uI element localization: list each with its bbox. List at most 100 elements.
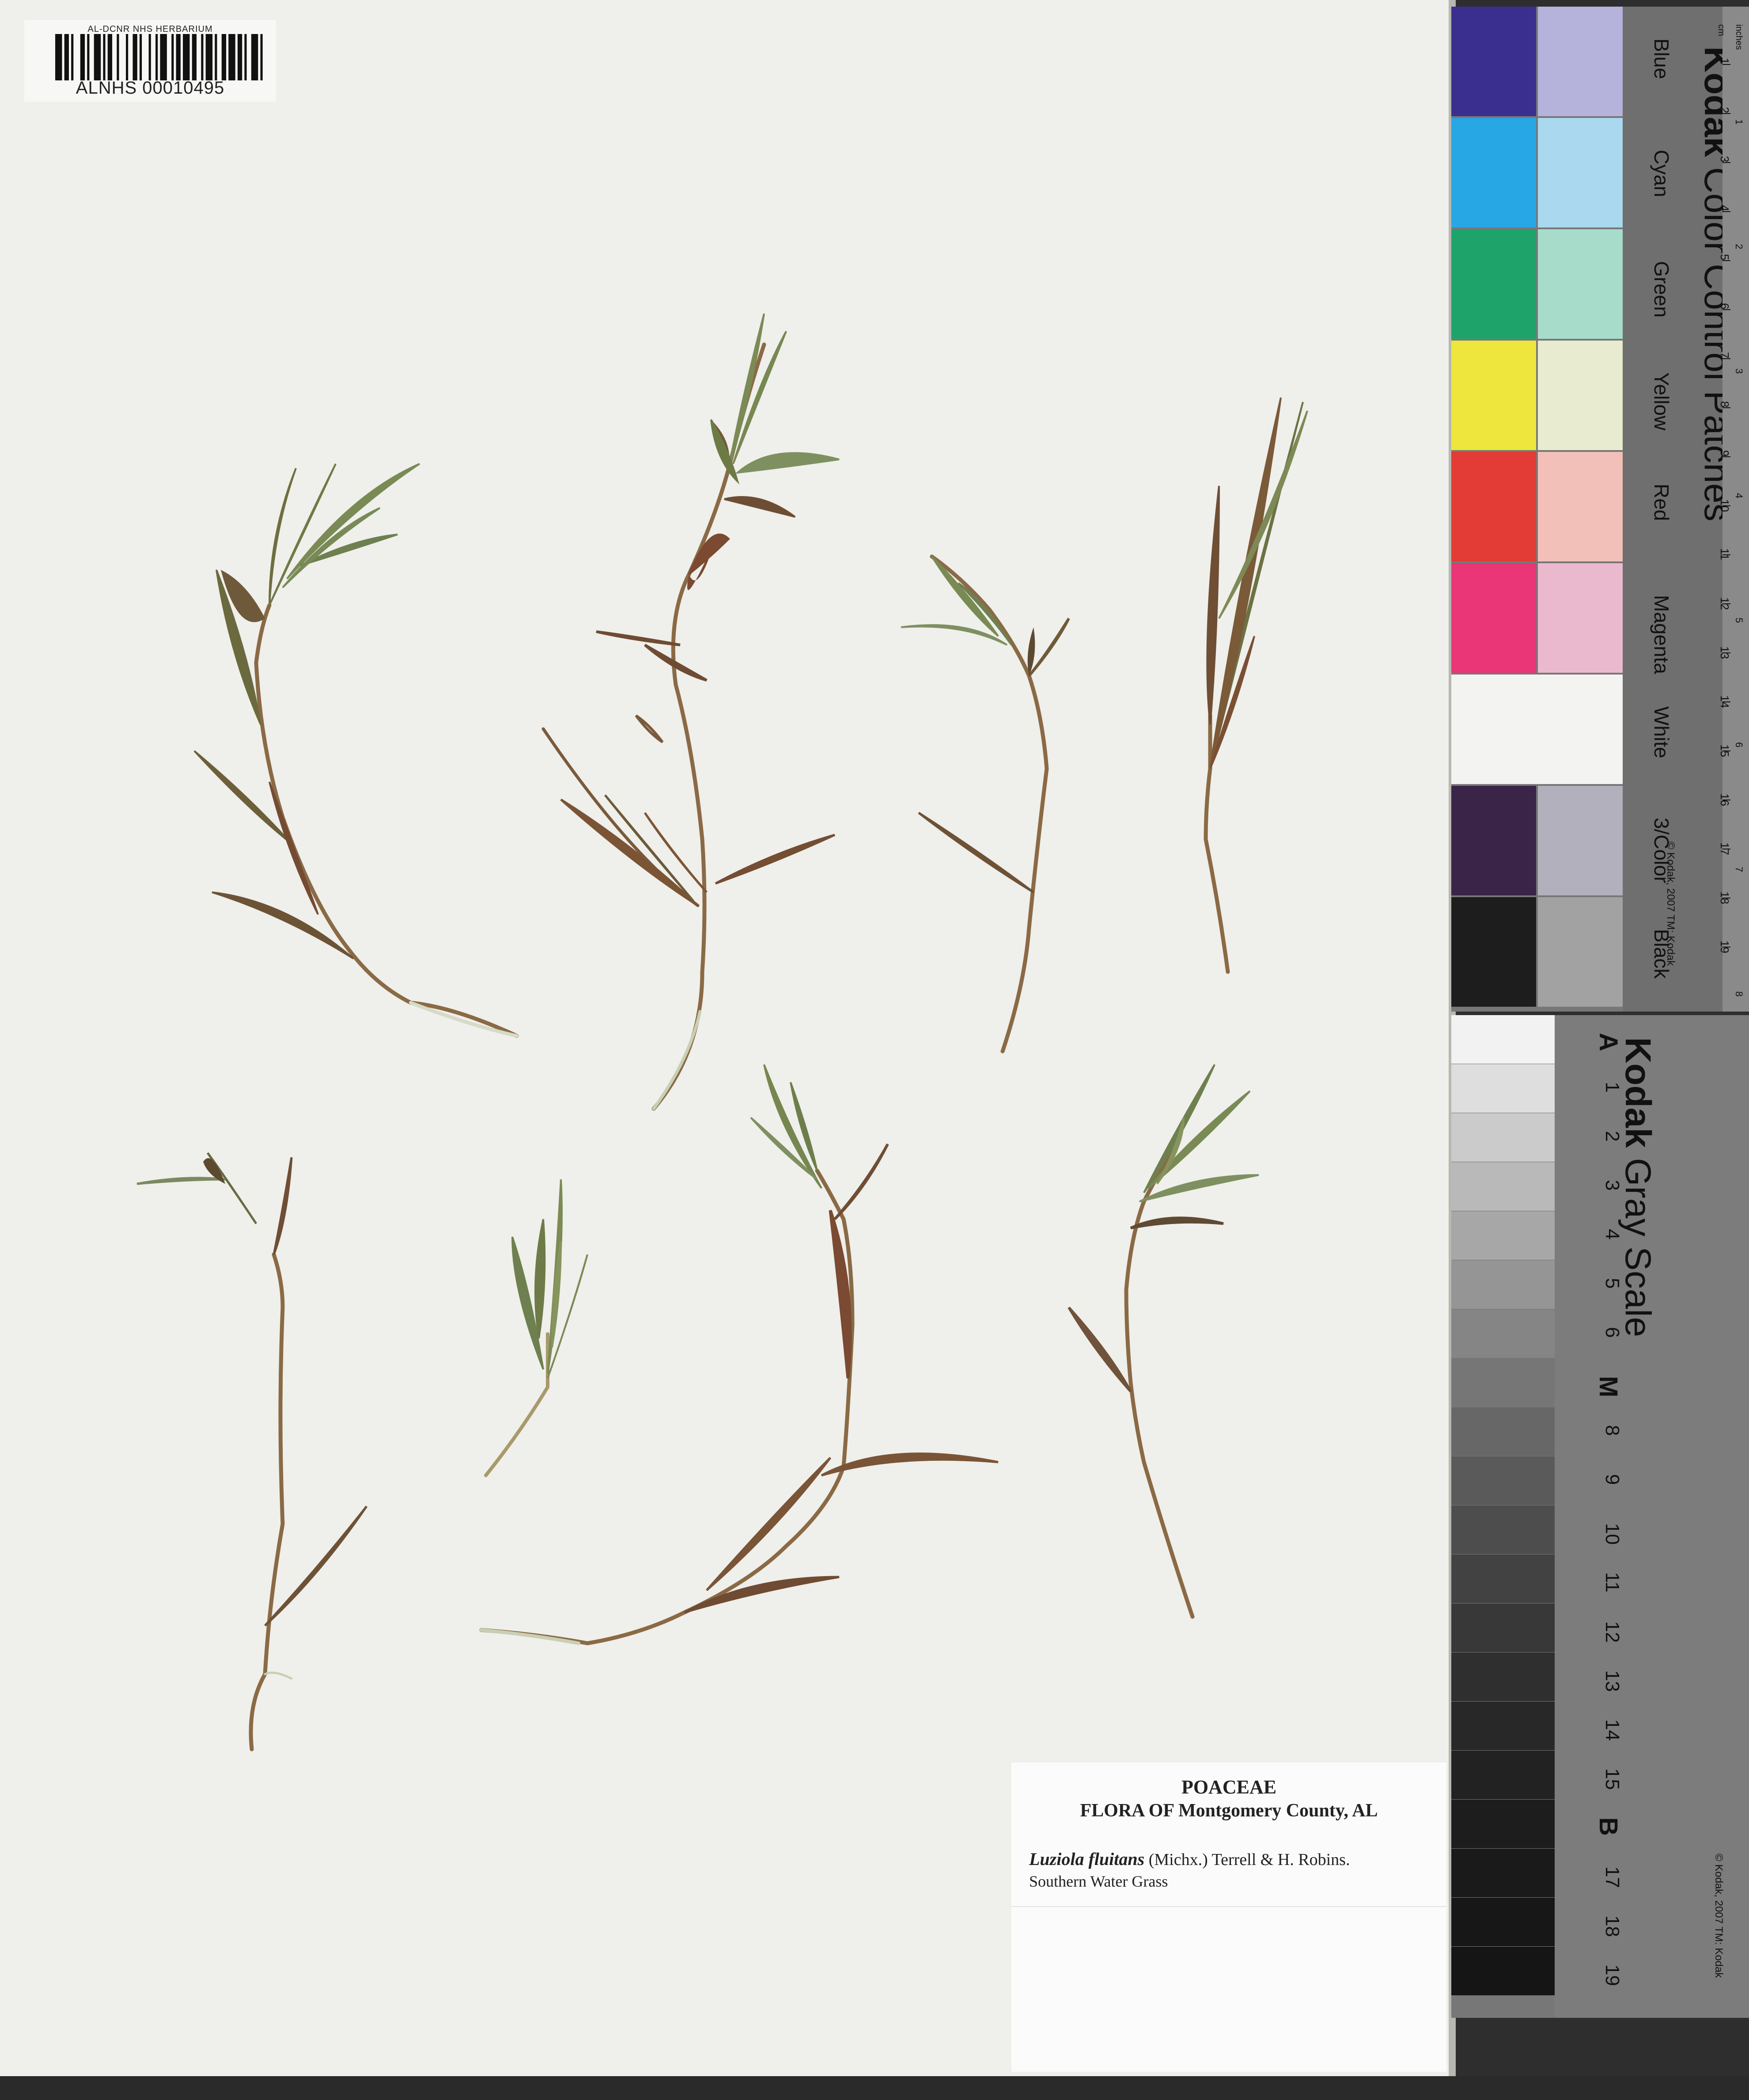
ruler-cm-number: 10 [1718,499,1731,512]
ruler-inch-number: 4 [1734,493,1745,499]
specimen-2 [541,313,840,1111]
color-patch-dark [1451,229,1536,339]
color-patch-grid [1451,7,1624,1012]
color-patch-name: Cyan [1650,150,1673,197]
gray-step-label: 11 [1601,1572,1623,1592]
gray-step [1451,1260,1555,1309]
ruler-inches-label: inches [1734,24,1744,50]
color-patch-dark [1451,563,1536,673]
color-patch-name: White [1650,706,1673,758]
gray-step [1451,1554,1555,1603]
ruler-cm-number: 19 [1718,940,1731,953]
ruler-inch-number: 6 [1734,742,1745,748]
gray-step-label: 5 [1601,1278,1623,1289]
specimen-5 [136,1152,368,1751]
gray-step [1451,1898,1555,1946]
color-patch-light [1538,341,1623,450]
gray-step [1451,1603,1555,1652]
label-taxon: Luziola fluitans (Michx.) Terrell & H. R… [1029,1849,1350,1869]
color-patch-light [1538,118,1623,227]
ruler-cm-number: 17 [1718,842,1731,855]
ruler-inch-number: 7 [1734,867,1745,872]
color-patch-name: Red [1650,484,1673,521]
gray-step-label: 14 [1601,1719,1623,1741]
ruler-cm-number: 15 [1718,744,1731,757]
determination-label: POACEAE FLORA OF Montgomery County, AL L… [1011,1763,1446,2072]
color-card-copyright: © Kodak, 2007 TM: Kodak [1665,842,1677,966]
gray-step-label: B [1594,1817,1623,1836]
gray-step-label: 12 [1601,1621,1623,1643]
ruler-cm-number: 7 [1718,352,1731,359]
gray-step-label: 4 [1601,1229,1623,1240]
gray-step-label: 2 [1601,1131,1623,1142]
color-patch-dark [1451,7,1536,116]
color-patch-light [1538,786,1623,895]
gray-card-copyright: © Kodak, 2007 TM: Kodak [1713,1854,1725,1978]
gray-step [1451,1309,1555,1358]
gray-step-label: 18 [1601,1915,1623,1937]
label-divider [1011,1906,1446,1907]
ruler-cm-number: 11 [1718,548,1731,560]
specimen-3 [901,554,1070,1054]
color-patch-name: Green [1650,261,1673,318]
ruler-inch-number: 8 [1734,991,1745,997]
ruler: cm inches 1 2 3 4 5 6 7 8 9 10 11 12 13 14 15 16 17 18 19 1… [1716,7,1749,1012]
ruler-cm-number: 16 [1718,793,1731,806]
gray-step [1451,1456,1555,1505]
gray-card-brand: Kodak [1618,1037,1658,1148]
gray-step [1451,1358,1555,1407]
ruler-inch-number: 3 [1734,368,1745,374]
color-patch-dark [1451,341,1536,450]
gray-step-label: 15 [1601,1768,1623,1790]
gray-card-title-text: Gray Scale [1618,1158,1658,1338]
gray-step [1451,1702,1555,1750]
gray-card-title: Kodak Gray Scale [1617,1037,1658,1337]
label-taxon-authority: (Michx.) Terrell & H. Robins. [1148,1850,1350,1869]
ruler-inch-number: 2 [1734,244,1745,250]
ruler-cm-number: 2 [1718,107,1731,114]
color-patch-dark [1451,786,1536,895]
ruler-inch-number: 1 [1734,119,1745,125]
color-patch-dark [1451,452,1536,561]
color-patch-dark [1451,675,1624,784]
color-patch-light [1538,229,1623,339]
label-flora: FLORA OF Montgomery County, AL [1080,1801,1378,1821]
color-patch-name: Magenta [1650,595,1673,675]
gray-step [1451,1015,1555,1064]
specimen-4 [1204,397,1308,974]
color-patch-light [1538,452,1623,561]
color-card-text-panel: Kodak Color Control Patches Blue Cyan Gree… [1623,7,1749,1012]
background-bottom [0,2076,1749,2100]
color-patch-dark [1451,897,1536,1007]
gray-step-label: 19 [1601,1964,1623,1986]
ruler-cm-number: 4 [1718,205,1731,212]
label-family: POACEAE [1181,1776,1277,1798]
gray-step-label: 17 [1601,1866,1623,1888]
gray-card-text-panel: Kodak Gray Scale A 1 2 3 4 5 6 M 8 9 10 11 12 13 14 15 B… [1555,1015,1749,2018]
gray-step [1451,1800,1555,1848]
gray-step [1451,1653,1555,1701]
gray-step-label: 1 [1601,1082,1623,1093]
specimen-8 [1068,1064,1259,1619]
ruler-cm-number: 1 [1718,58,1731,64]
gray-step-label: 13 [1601,1670,1623,1692]
gray-scale-card: Kodak Gray Scale A 1 2 3 4 5 6 M 8 9 10 11 12 13 14 15 B… [1451,1015,1749,2018]
specimen-7 [479,1064,999,1645]
ruler-cm-number: 9 [1718,450,1731,457]
ruler-cm-number: 8 [1718,401,1731,408]
label-taxon-name: Luziola fluitans [1029,1849,1145,1869]
gray-step-label: 3 [1601,1180,1623,1191]
gray-step [1451,1751,1555,1799]
ruler-cm-number: 12 [1718,597,1731,610]
gray-step-label: 9 [1601,1474,1623,1485]
gray-step-label: 8 [1601,1425,1623,1436]
ruler-cm-number: 13 [1718,646,1731,659]
color-patch-name: Yellow [1650,372,1673,431]
gray-step-label: 10 [1601,1523,1623,1545]
ruler-cm-number: 3 [1718,156,1731,163]
color-patch-light [1538,7,1623,116]
gray-step [1451,1947,1555,1995]
gray-step [1451,1211,1555,1260]
gray-step-label: 6 [1601,1327,1623,1338]
color-patch-dark [1451,118,1536,227]
